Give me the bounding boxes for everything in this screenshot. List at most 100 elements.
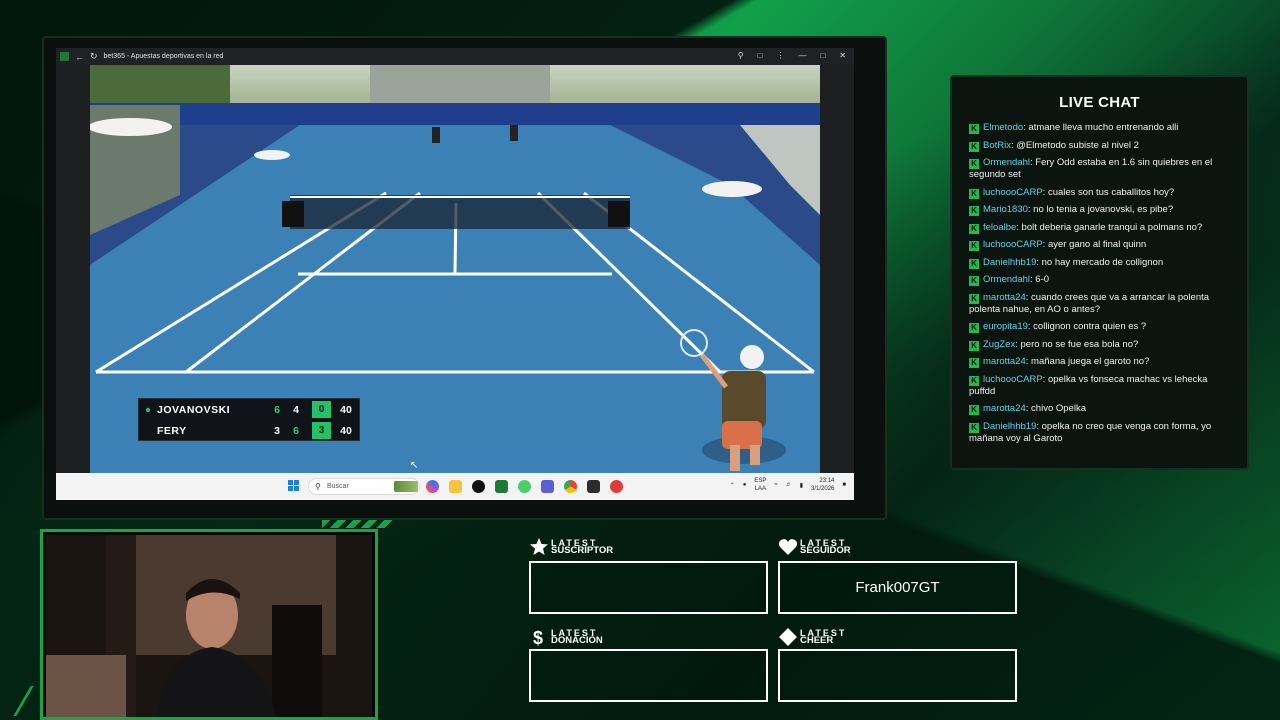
latest-seguidor-box: Frank007GT — [778, 561, 1017, 614]
chat-username[interactable]: Elmetodo — [983, 122, 1023, 133]
tiktok-icon[interactable] — [472, 480, 485, 493]
minimize-icon[interactable]: — — [798, 51, 806, 60]
chat-username[interactable]: luchoooCARP — [983, 374, 1043, 385]
chat-message: K Ormendahl: 6-0 — [969, 274, 1231, 286]
bet365-app-icon[interactable] — [495, 480, 508, 493]
chat-text: : atmane lleva mucho entrenando alli — [1023, 122, 1179, 133]
label-line2: SUSCRIPTOR — [551, 545, 614, 556]
restore-icon[interactable]: □ — [820, 51, 825, 60]
scoreboard-row: JOVANOVSKI 6 4 0 40 — [139, 399, 359, 420]
window-controls: ⚲ □ ⋮ — □ ✕ — [738, 51, 846, 60]
chat-message: K Ormendahl: Fery Odd estaba en 1.6 sin q… — [969, 157, 1231, 181]
kick-badge-icon: K — [969, 141, 979, 152]
microphone-icon[interactable]: ● — [743, 482, 747, 488]
search-icon[interactable]: ⚲ — [738, 51, 744, 60]
label-line2: SEGUIDOR — [800, 545, 851, 556]
chat-message: Keuropita19: collignon contra quien es ? — [969, 321, 1231, 333]
latest-donacion-box — [529, 649, 768, 702]
webcam-decoration — [322, 520, 392, 528]
dollar-icon: $ — [533, 628, 543, 647]
set2-score: 4 — [293, 403, 299, 416]
notification-icon[interactable]: ■ — [842, 482, 846, 488]
latest-donacion-label: $ LATEST DONACIÓN — [529, 627, 603, 647]
reload-icon[interactable]: ↻ — [90, 51, 98, 62]
wifi-icon[interactable]: ≈ — [774, 482, 777, 488]
whatsapp-icon[interactable] — [518, 480, 531, 493]
chat-username[interactable]: Ormendahl — [983, 274, 1030, 285]
chat-username[interactable]: feloalbe — [983, 222, 1016, 233]
file-explorer-icon[interactable] — [449, 480, 462, 493]
diamond-icon — [779, 628, 797, 646]
webcam-feed — [46, 535, 372, 717]
chat-message: K Danielhhb19: opelka no creo que venga c… — [969, 421, 1231, 445]
chat-text: : mañana juega el garoto no? — [1025, 356, 1150, 367]
clock-time: 23:14 — [819, 478, 835, 484]
battery-icon[interactable]: ▮ — [800, 482, 803, 489]
volume-icon[interactable]: ♬ — [786, 482, 792, 488]
chat-message: K Mario1830: no lo tenia a jovanovski, es… — [969, 204, 1231, 216]
latest-suscriptor-box — [529, 561, 768, 614]
recording-app-icon[interactable] — [610, 480, 623, 493]
kick-badge-icon: K — [969, 422, 979, 433]
set3-score: 0 — [312, 401, 331, 418]
chat-text: : ayer gano al final quinn — [1042, 239, 1147, 250]
player-name: FERY — [157, 424, 187, 437]
heart-icon — [778, 539, 798, 555]
streamer-webcam-image — [46, 535, 372, 717]
chat-message: KluchoooCARP: cuales son tus caballitos … — [969, 187, 1231, 199]
chat-username[interactable]: luchoooCARP — [983, 187, 1043, 198]
chrome-icon[interactable] — [564, 480, 577, 493]
set2-score: 6 — [293, 424, 299, 437]
label-line2: DONACIÓN — [551, 635, 603, 646]
chat-message: KluchoooCARP: opelka vs fonseca machac v… — [969, 374, 1231, 398]
back-arrow-icon[interactable]: ← — [75, 52, 84, 62]
language-indicator[interactable]: ESP LAA — [754, 477, 766, 493]
chat-username[interactable]: Ormendahl — [983, 157, 1030, 168]
chat-text: : 6-0 — [1030, 274, 1050, 285]
browser-tab-title: bet365 - Apuestas deportivas en la red — [103, 53, 224, 60]
chat-text: : bolt deberia ganarle tranqui a polmans… — [1016, 221, 1203, 233]
chat-username[interactable]: ZugZex — [983, 339, 1015, 350]
kick-badge-icon: K — [969, 124, 979, 134]
more-icon[interactable]: ⋮ — [776, 51, 784, 60]
kick-badge-icon: K — [969, 159, 979, 169]
close-icon[interactable]: ✕ — [839, 51, 846, 60]
nvidia-icon[interactable] — [587, 480, 600, 493]
chat-username[interactable]: Danielhhb19 — [983, 257, 1036, 268]
chat-username[interactable]: Mario1830 — [983, 204, 1028, 215]
system-tray: ⌃ ● ESP LAA ≈ ♬ ▮ 23:14 3/1/2026 ■ — [730, 477, 846, 493]
taskbar-clock[interactable]: 23:14 3/1/2026 — [811, 477, 834, 493]
chat-text: : no hay mercado de collignon — [1036, 256, 1164, 268]
kick-badge-icon: K — [969, 405, 979, 415]
extension-icon[interactable]: □ — [758, 51, 763, 60]
chat-username[interactable]: marotta24 — [983, 403, 1026, 414]
teams-icon[interactable] — [541, 480, 554, 493]
kick-badge-icon: K — [969, 323, 979, 333]
chat-username[interactable]: luchoooCARP — [983, 239, 1043, 250]
chat-username[interactable]: europita19 — [983, 321, 1028, 332]
chat-username[interactable]: marotta24 — [983, 292, 1026, 303]
chat-username[interactable]: BotRix — [983, 140, 1011, 151]
chat-message: Kmarotta24: mañana juega el garoto no? — [969, 356, 1231, 368]
chat-text: : collignon contra quien es ? — [1027, 321, 1147, 332]
set1-score: 3 — [274, 424, 280, 437]
tennis-video-stream[interactable]: JOVANOVSKI 6 4 0 40 FERY 3 6 3 40 — [90, 65, 820, 473]
match-scoreboard: JOVANOVSKI 6 4 0 40 FERY 3 6 3 40 — [138, 398, 360, 441]
search-highlight-thumbnail[interactable] — [394, 481, 418, 492]
chat-message: K ZugZex: pero no se fue esa bola no? — [969, 339, 1231, 351]
serving-indicator-icon — [146, 407, 150, 412]
browser-titlebar: ← ↻ bet365 - Apuestas deportivas en la r… — [56, 48, 854, 65]
chat-username[interactable]: marotta24 — [983, 356, 1026, 367]
label-line2: CHEER — [800, 635, 834, 646]
chat-message: Kmarotta24: chivo Opelka — [969, 403, 1231, 415]
copilot-icon[interactable] — [426, 480, 439, 493]
windows-start-icon[interactable] — [288, 480, 300, 492]
kick-badge-icon: K — [969, 258, 979, 269]
mouse-cursor-icon: ↖ — [410, 460, 419, 471]
chevron-up-icon[interactable]: ⌃ — [730, 482, 735, 489]
chat-text: : pero no se fue esa bola no? — [1015, 338, 1139, 350]
chat-username[interactable]: Danielhhb19 — [983, 421, 1036, 432]
game-points: 40 — [340, 424, 352, 437]
set1-score: 6 — [274, 403, 280, 416]
chat-message: K BotRix: @Elmetodo subiste al nivel 2 — [969, 140, 1231, 152]
